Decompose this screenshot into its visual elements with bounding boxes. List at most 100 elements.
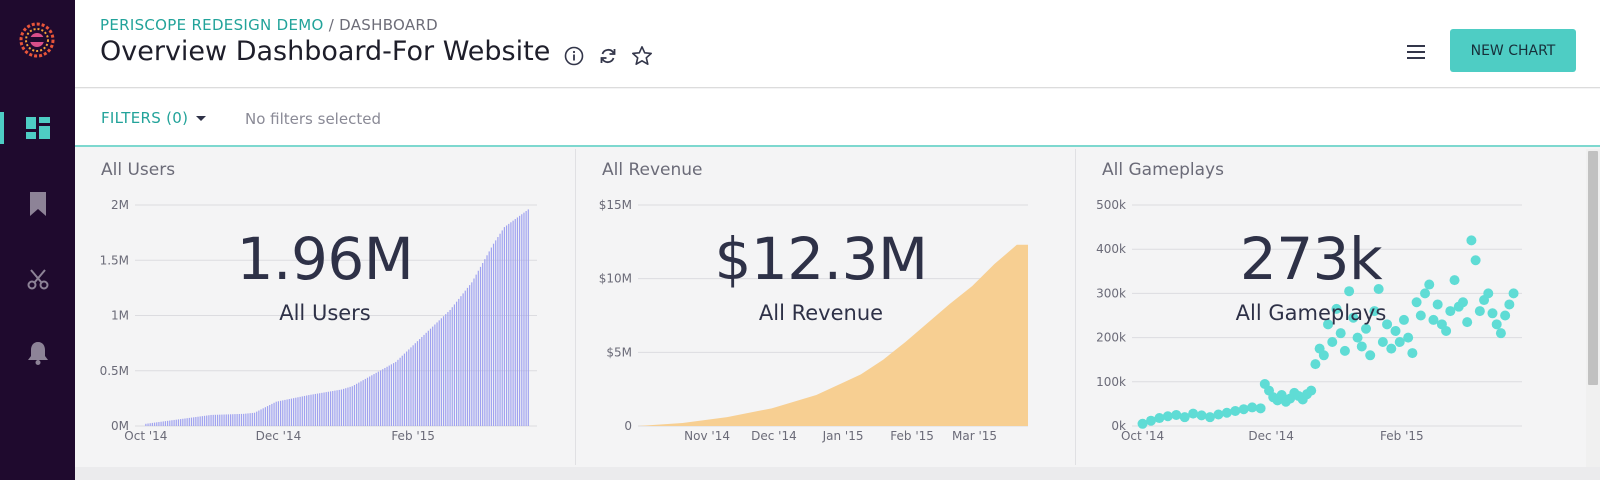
bar xyxy=(445,314,447,426)
bar xyxy=(258,410,260,426)
scrollbar-thumb[interactable] xyxy=(1588,151,1598,385)
scatter-point xyxy=(1420,288,1431,299)
filters-bar: FILTERS (0) No filters selected xyxy=(75,89,1600,147)
bar xyxy=(160,421,162,426)
bar xyxy=(406,351,408,426)
bar xyxy=(227,414,230,426)
filters-dropdown[interactable]: FILTERS (0) xyxy=(101,109,208,127)
scatter-point xyxy=(1327,337,1338,348)
bar xyxy=(369,376,371,426)
bar xyxy=(169,420,171,426)
bar xyxy=(238,413,240,426)
scatter-point xyxy=(1196,410,1207,421)
x-tick-label: Feb '15 xyxy=(391,429,435,443)
bar xyxy=(171,420,173,426)
star-icon[interactable] xyxy=(631,45,653,67)
refresh-icon[interactable] xyxy=(597,45,619,67)
bar xyxy=(301,396,303,426)
bar xyxy=(375,372,377,426)
bar xyxy=(269,405,271,426)
chart-panel-users[interactable]: All Users 0M 0.5M 1M 1.5M 2M Oct '14 Dec '14 Fe… xyxy=(75,149,576,465)
bar xyxy=(306,395,308,426)
bookmark-icon xyxy=(29,192,46,216)
bar xyxy=(316,393,319,426)
bar xyxy=(399,357,401,426)
x-tick-label: Feb '15 xyxy=(890,429,934,443)
bar xyxy=(497,237,499,426)
nav-bookmarks[interactable] xyxy=(0,184,75,224)
bar xyxy=(151,422,153,426)
scatter-point xyxy=(1238,404,1249,415)
logo-icon[interactable] xyxy=(19,22,55,58)
y-tick-label: 200k xyxy=(1096,331,1126,345)
bar xyxy=(188,417,190,426)
bar xyxy=(482,263,484,426)
big-number-label: All Users xyxy=(279,301,371,325)
new-chart-button[interactable]: NEW CHART xyxy=(1450,29,1576,72)
bar xyxy=(466,287,469,426)
filters-label: FILTERS (0) xyxy=(101,109,189,127)
scatter-point xyxy=(1154,413,1165,424)
bar xyxy=(319,393,321,426)
bar xyxy=(210,414,212,426)
bar xyxy=(490,247,492,426)
bar xyxy=(312,394,314,426)
breadcrumb-project[interactable]: PERISCOPE REDESIGN DEMO xyxy=(100,16,324,34)
bar xyxy=(303,395,306,426)
scatter-point xyxy=(1205,412,1215,423)
bar xyxy=(469,285,471,426)
scatter-point xyxy=(1356,341,1367,352)
chart-panel-gameplays[interactable]: All Gameplays 0k 100k 200k 300k 400k 500k Oct … xyxy=(1076,149,1586,465)
bar xyxy=(397,359,399,426)
bar xyxy=(425,332,427,426)
bar xyxy=(219,414,221,426)
bar xyxy=(193,417,195,426)
bar xyxy=(293,398,295,426)
x-tick-label: Oct '14 xyxy=(1121,429,1164,443)
bar xyxy=(458,298,460,426)
scatter-point xyxy=(1424,279,1435,290)
info-icon[interactable] xyxy=(563,45,585,67)
chart-panel-revenue[interactable]: All Revenue 0 $5M $10M $15M Nov '14 Dec '14 Ja… xyxy=(576,149,1076,465)
breadcrumb-separator: / xyxy=(328,16,335,34)
title-actions xyxy=(563,45,653,67)
bar xyxy=(277,401,280,426)
y-tick-label: 0 xyxy=(624,419,632,433)
bar xyxy=(284,399,286,426)
bar xyxy=(384,367,386,426)
bell-icon xyxy=(27,342,48,365)
bar xyxy=(240,413,243,426)
bar xyxy=(256,411,258,426)
bar xyxy=(516,217,519,426)
bar xyxy=(332,391,334,426)
scatter-point xyxy=(1221,407,1232,418)
bar xyxy=(488,251,490,426)
nav-notifications[interactable] xyxy=(0,333,75,373)
y-tick-label: 1M xyxy=(111,309,129,323)
bar xyxy=(214,414,216,426)
scatter-point xyxy=(1411,297,1422,308)
bar xyxy=(505,225,508,426)
bar xyxy=(347,387,349,426)
dashboard-icon xyxy=(25,117,50,139)
bar xyxy=(382,369,384,426)
nav-dashboards[interactable] xyxy=(0,108,75,148)
bar xyxy=(297,397,299,426)
bar xyxy=(473,278,475,426)
scatter-point xyxy=(1403,332,1414,343)
nav-tools[interactable] xyxy=(0,259,75,299)
scatter-point xyxy=(1415,310,1426,321)
scatter-point xyxy=(1441,325,1452,336)
bar xyxy=(173,419,175,426)
filters-status: No filters selected xyxy=(245,110,381,128)
bar xyxy=(419,339,421,426)
bar xyxy=(364,378,366,426)
bar xyxy=(510,222,512,426)
menu-icon[interactable] xyxy=(1405,41,1427,63)
y-tick-label: 300k xyxy=(1096,286,1126,300)
y-tick-label: 2M xyxy=(111,198,129,212)
scrollbar[interactable] xyxy=(1586,149,1600,467)
bar xyxy=(251,412,253,426)
bar xyxy=(373,374,375,426)
bar xyxy=(338,389,340,426)
